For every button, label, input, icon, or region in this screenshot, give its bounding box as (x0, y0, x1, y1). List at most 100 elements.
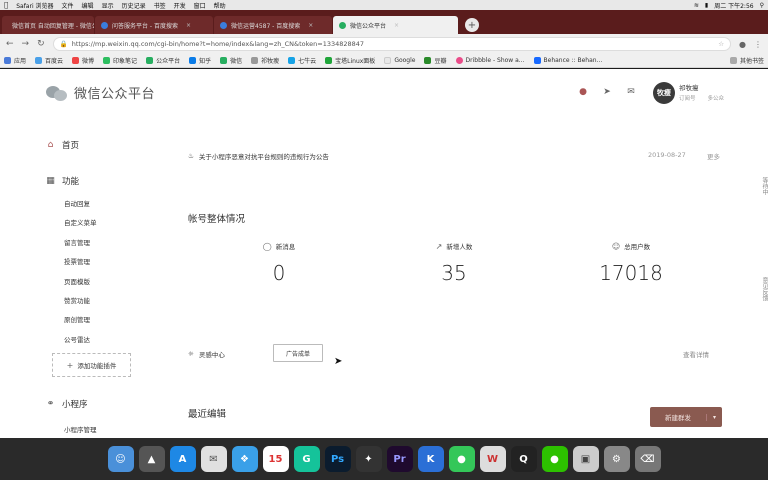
wps-icon[interactable]: W (479, 446, 506, 472)
bookmark-zhihu[interactable]: 知乎 (189, 56, 211, 65)
wifi-icon[interactable]: ≋ (694, 2, 699, 9)
wechat-mp-logo[interactable]: 微信公众平台 (46, 83, 155, 102)
trash-icon[interactable]: ⌫ (634, 446, 661, 472)
bookmark-label: Dribbble - Show a... (465, 57, 525, 64)
tab-2[interactable]: 问答服务平台 - 百度搜索 × (95, 16, 213, 34)
sidebar-item-custom-menu[interactable]: 自定义菜单 (64, 217, 97, 227)
stat-total-users[interactable]: ☺ 总用户数 17018 (576, 241, 686, 286)
preview-icon[interactable]: ▣ (572, 446, 599, 472)
wechat-app-icon[interactable]: ● (541, 446, 568, 472)
bookmark-mp[interactable]: 公众平台 (146, 56, 180, 65)
tab-close-icon[interactable]: × (186, 22, 191, 29)
tab-1[interactable]: 微信首页 自动回复管理 - 微信公众平台 (2, 16, 94, 34)
menu-help[interactable]: 帮助 (214, 1, 226, 10)
forward-icon[interactable]: → (22, 39, 30, 49)
tab-close-icon[interactable]: × (308, 22, 313, 29)
sidebar-item-templates[interactable]: 页面模版 (64, 276, 90, 286)
sidebar-item-feature[interactable]: ▦ 功能 (46, 175, 79, 187)
messages-icon[interactable]: ● (448, 446, 475, 472)
browser-toolbar: ← → ↻ 🔒 https://mp.weixin.qq.com/cgi-bin… (0, 34, 768, 54)
view-details-link[interactable]: 查看详情 (683, 349, 709, 359)
back-icon[interactable]: ← (6, 39, 14, 49)
chevron-down-icon[interactable]: ▾ (706, 413, 722, 421)
menu-develop[interactable]: 开发 (174, 1, 186, 10)
finder-icon[interactable]: ☺ (107, 446, 134, 472)
menu-window[interactable]: 窗口 (194, 1, 206, 10)
bookmark-wechat[interactable]: 微信 (220, 56, 242, 65)
right-hint-feedback[interactable]: 意见反馈 (760, 277, 768, 301)
search-icon[interactable]: ⚲ (760, 2, 764, 9)
bookmark-evernote[interactable]: 印象笔记 (103, 56, 137, 65)
right-hint-waiting[interactable]: 等待中 (760, 177, 768, 195)
apple-logo-icon[interactable]:  (4, 1, 8, 9)
bookmark-other[interactable]: 其他书签 (729, 56, 764, 65)
address-bar[interactable]: 🔒 https://mp.weixin.qq.com/cgi-bin/home?… (52, 37, 732, 51)
url-text: https://mp.weixin.qq.com/cgi-bin/home?t=… (71, 40, 365, 48)
bookmark-google[interactable]: Google (384, 57, 415, 64)
bookmark-blog[interactable]: 祁牧瘦 (251, 56, 279, 65)
menu-edit[interactable]: 编辑 (82, 1, 94, 10)
menu-file[interactable]: 文件 (62, 1, 74, 10)
mail-icon[interactable]: ✉ (626, 87, 636, 97)
grammarly-icon[interactable]: G (293, 446, 320, 472)
send-icon[interactable]: ➤ (602, 87, 612, 97)
menu-bookmarks[interactable]: 书签 (154, 1, 166, 10)
bookmark-behance[interactable]: Behance :: Behan... (533, 57, 602, 64)
reload-icon[interactable]: ↻ (37, 39, 45, 49)
tab-close-icon[interactable]: × (394, 22, 399, 29)
notice-text[interactable]: 关于小程序恶意对抗平台规则的违规行为公告 (199, 151, 329, 161)
sidebar-item-comments[interactable]: 留言管理 (64, 237, 90, 247)
menu-history[interactable]: 历史记录 (122, 1, 146, 10)
sidebar-item-mini-manage[interactable]: 小程序管理 (64, 424, 97, 434)
bookmark-douban[interactable]: 豆瓣 (424, 56, 447, 65)
tab-active[interactable]: 微信公众平台 × (333, 16, 458, 34)
calendar-icon[interactable]: 15 (262, 446, 289, 472)
notice-more-link[interactable]: 更多 (707, 151, 720, 161)
premiere-icon[interactable]: Pr (386, 446, 413, 472)
sidebar-item-original[interactable]: 原创管理 (64, 314, 90, 324)
safari-icon[interactable]: ❖ (231, 446, 258, 472)
bookmark-weibo[interactable]: 微博 (72, 56, 94, 65)
stat-new-followers[interactable]: ↗ 新增人数 35 (399, 241, 509, 286)
tab-3[interactable]: 微信运营4587 - 百度搜索 × (214, 16, 332, 34)
bookmark-baiduyun[interactable]: 百度云 (35, 56, 63, 65)
sidebar-item-votes[interactable]: 投票管理 (64, 256, 90, 266)
new-tab-button[interactable]: + (465, 18, 479, 32)
notice-bar[interactable]: ♨ 关于小程序恶意对抗平台规则的违规行为公告 (188, 151, 329, 161)
star-icon[interactable]: ☆ (718, 40, 724, 48)
bookmark-qiniu[interactable]: 七牛云 (288, 56, 316, 65)
menu-view[interactable]: 显示 (102, 1, 114, 10)
tab-favicon-icon (220, 21, 227, 29)
menu-dots-icon[interactable]: ⋮ (754, 40, 762, 49)
stat-new-messages[interactable]: ◯ 新消息 0 (224, 241, 334, 286)
multi-account-link[interactable]: 多公众 (708, 94, 725, 102)
launchpad-icon[interactable]: ▲ (138, 446, 165, 472)
battery-icon[interactable]: ▮ (705, 2, 708, 9)
app-store-icon[interactable]: A (169, 446, 196, 472)
menu-safari[interactable]: Safari 浏览器 (16, 1, 53, 10)
extension-icon[interactable]: ● (739, 40, 746, 49)
sidebar-item-reward[interactable]: 赞赏功能 (64, 295, 90, 305)
bookmark-baota[interactable]: 宝塔Linux面板 (325, 56, 375, 65)
account-type-link[interactable]: 订阅号 (679, 94, 696, 102)
keynote-icon[interactable]: K (417, 446, 444, 472)
inspiration-center: ☼ 灵感中心 (188, 349, 225, 359)
sidebar-item-home[interactable]: ⌂ 首页 (46, 139, 79, 151)
sidebar-item-radar[interactable]: 公号雷达 (64, 334, 90, 344)
clock-text[interactable]: 周二 下午2:56 (714, 1, 753, 10)
user-name[interactable]: 祁牧瘦 (679, 82, 699, 92)
mail-app-icon[interactable]: ✉ (200, 446, 227, 472)
notification-icon[interactable]: ● (578, 87, 588, 97)
final-cut-icon[interactable]: ✦ (355, 446, 382, 472)
bookmark-apps[interactable]: 应用 (4, 56, 26, 65)
disk-utility-icon[interactable]: ⚙ (603, 446, 630, 472)
add-plugin-button[interactable]: + 添加功能插件 (52, 353, 131, 377)
avatar[interactable]: 牧瘦 (653, 82, 675, 104)
photoshop-icon[interactable]: Ps (324, 446, 351, 472)
ad-order-button[interactable]: 广告成单 (273, 344, 323, 362)
sidebar-item-auto-reply[interactable]: 自动回复 (64, 198, 90, 208)
new-post-button[interactable]: 新建群发 ▾ (650, 407, 722, 427)
qq-icon[interactable]: Q (510, 446, 537, 472)
sidebar-item-mini-program[interactable]: ⚭ 小程序 (46, 398, 88, 410)
bookmark-dribbble[interactable]: Dribbble - Show a... (455, 57, 525, 64)
